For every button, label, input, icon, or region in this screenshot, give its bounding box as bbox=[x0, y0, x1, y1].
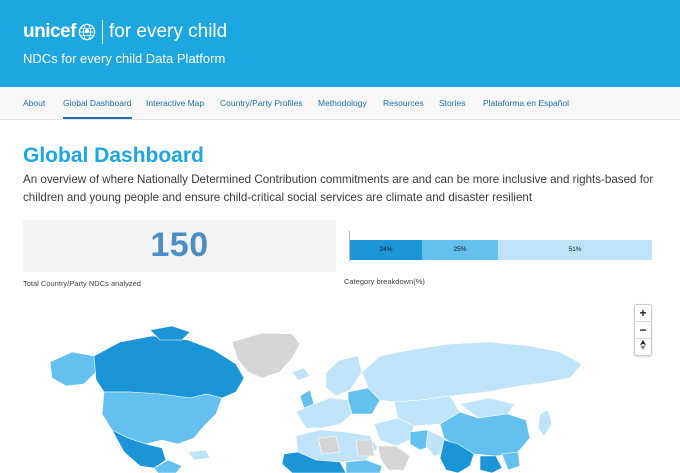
world-map[interactable] bbox=[0, 325, 680, 473]
unicef-logo[interactable]: unicef for every child bbox=[23, 19, 227, 45]
map-region-caribbean[interactable] bbox=[187, 449, 211, 461]
nav-item-about[interactable]: About bbox=[23, 87, 45, 120]
map-region-arabian-peninsula[interactable] bbox=[377, 445, 411, 471]
map-region-indochina[interactable] bbox=[501, 451, 521, 471]
page-title: Global Dashboard bbox=[23, 144, 204, 167]
map-region-japan[interactable] bbox=[537, 409, 553, 437]
logo-tagline: for every child bbox=[108, 21, 228, 42]
site-header: unicef for every child NDCs for every ch… bbox=[0, 0, 680, 87]
map-region-canada[interactable] bbox=[93, 335, 245, 399]
zoom-in-button[interactable]: + bbox=[635, 305, 651, 322]
map-region-east-africa[interactable] bbox=[345, 459, 383, 473]
logo-divider bbox=[101, 20, 103, 44]
map-region-egypt[interactable] bbox=[355, 439, 375, 457]
platform-title: NDCs for every child Data Platform bbox=[23, 51, 226, 66]
zoom-out-button[interactable]: − bbox=[635, 322, 651, 339]
map-zoom-controls: + − bbox=[634, 304, 652, 356]
map-region-greenland[interactable] bbox=[231, 332, 301, 379]
reset-view-button[interactable] bbox=[635, 339, 651, 356]
page-description: An overview of where Nationally Determin… bbox=[23, 173, 654, 204]
map-region-russia[interactable] bbox=[361, 341, 583, 403]
map-region-algeria[interactable] bbox=[317, 435, 341, 455]
compass-reset-icon bbox=[640, 340, 646, 350]
globe-emblem-icon bbox=[78, 23, 96, 41]
breakdown-segment-1[interactable]: 24% bbox=[350, 240, 422, 260]
nav-item-country-profiles[interactable]: Country/Party Profiles bbox=[220, 87, 303, 120]
map-region-alaska[interactable] bbox=[49, 351, 97, 387]
map-region-iceland[interactable] bbox=[291, 367, 311, 381]
breakdown-segment-3[interactable]: 51% bbox=[498, 240, 652, 260]
nav-item-plataforma-espanol[interactable]: Plataforma en Español bbox=[483, 87, 569, 120]
nav-item-interactive-map[interactable]: Interactive Map bbox=[146, 87, 204, 120]
nav-item-methodology[interactable]: Methodology bbox=[318, 87, 367, 120]
total-ndcs-stat: 150 bbox=[23, 220, 336, 272]
stat-label: Total Country/Party NDCs analyzed bbox=[23, 279, 141, 288]
map-region-southeast-asia[interactable] bbox=[479, 455, 503, 473]
nav-item-stories[interactable]: Stories bbox=[439, 87, 465, 120]
nav-item-resources[interactable]: Resources bbox=[383, 87, 424, 120]
breakdown-segment-2[interactable]: 25% bbox=[422, 240, 498, 260]
category-breakdown-bar: 24% 25% 51% bbox=[349, 231, 652, 261]
breakdown-label: Category breakdown(%) bbox=[344, 277, 425, 286]
logo-wordmark: unicef bbox=[23, 21, 76, 42]
nav-item-global-dashboard[interactable]: Global Dashboard bbox=[63, 87, 132, 120]
main-nav: About Global Dashboard Interactive Map C… bbox=[0, 87, 680, 120]
stat-value: 150 bbox=[150, 226, 209, 264]
